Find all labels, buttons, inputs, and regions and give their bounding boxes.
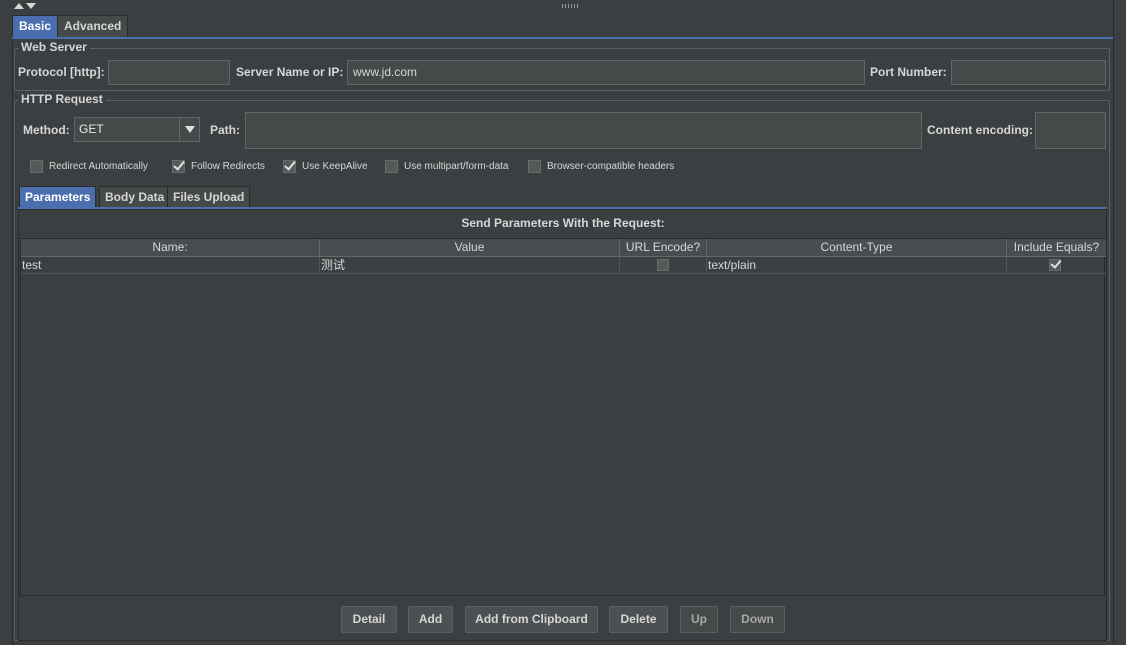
tab-advanced[interactable]: Advanced (57, 15, 129, 38)
url-encode-checkbox[interactable] (657, 259, 669, 271)
column-header-include-equals[interactable]: Include Equals? (1007, 239, 1106, 257)
method-label: Method: (23, 123, 70, 137)
http-request-legend: HTTP Request (18, 92, 106, 106)
use-keepalive-checkbox[interactable] (283, 160, 296, 173)
content-encoding-input[interactable] (1035, 112, 1106, 149)
cell-value[interactable]: 测试 (320, 257, 620, 274)
method-value: GET (79, 122, 104, 136)
tab-files-upload[interactable]: Files Upload (167, 186, 251, 208)
tab-basic[interactable]: Basic (12, 15, 59, 38)
cell-url-encode[interactable] (620, 257, 707, 274)
server-label: Server Name or IP: (236, 65, 344, 79)
method-select[interactable]: GET (74, 117, 200, 142)
tab-parameters[interactable]: Parameters (19, 186, 97, 208)
path-input[interactable] (245, 112, 922, 149)
use-multipart-checkbox[interactable] (385, 160, 398, 173)
column-header-content-type[interactable]: Content-Type (707, 239, 1007, 257)
browser-compatible-headers-checkbox[interactable] (528, 160, 541, 173)
expand-down-icon[interactable] (26, 3, 36, 9)
collapse-up-icon[interactable] (14, 3, 24, 9)
browser-compatible-headers-label: Browser-compatible headers (547, 161, 675, 172)
add-button[interactable]: Add (408, 606, 453, 633)
column-header-url-encode[interactable]: URL Encode? (620, 239, 707, 257)
splitter-grip-icon[interactable] (562, 4, 580, 8)
path-label: Path: (210, 123, 240, 137)
use-multipart-label: Use multipart/form-data (404, 161, 509, 172)
add-from-clipboard-button[interactable]: Add from Clipboard (465, 606, 598, 633)
follow-redirects-label: Follow Redirects (191, 161, 265, 172)
tab-body-data[interactable]: Body Data (99, 186, 171, 208)
include-equals-checkbox[interactable] (1049, 259, 1061, 271)
down-button[interactable]: Down (730, 606, 785, 633)
method-dropdown-button[interactable] (179, 118, 199, 141)
follow-redirects-checkbox[interactable] (172, 160, 185, 173)
send-parameters-title: Send Parameters With the Request: (461, 216, 665, 230)
protocol-label: Protocol [http]: (18, 65, 105, 79)
redirect-automatically-label: Redirect Automatically (49, 161, 148, 172)
server-name-input[interactable]: www.jd.com (347, 60, 865, 85)
column-header-name[interactable]: Name: (21, 239, 320, 257)
up-button[interactable]: Up (680, 606, 718, 633)
chevron-down-icon (185, 126, 195, 133)
redirect-automatically-checkbox[interactable] (30, 160, 43, 173)
cell-name[interactable]: test (21, 257, 320, 274)
parameters-table[interactable]: Name: Value URL Encode? Content-Type Inc… (20, 238, 1106, 596)
cell-include-equals[interactable] (1007, 257, 1106, 274)
delete-button[interactable]: Delete (609, 606, 668, 633)
port-number-input[interactable] (951, 60, 1106, 85)
port-label: Port Number: (870, 65, 947, 79)
column-header-value[interactable]: Value (320, 239, 620, 257)
content-encoding-label: Content encoding: (927, 123, 1033, 137)
panel-right-border (1113, 0, 1114, 645)
use-keepalive-label: Use KeepAlive (302, 161, 368, 172)
cell-content-type[interactable]: text/plain (707, 257, 1007, 274)
protocol-input[interactable] (108, 60, 230, 85)
detail-button[interactable]: Detail (341, 606, 397, 633)
web-server-legend: Web Server (18, 40, 90, 54)
